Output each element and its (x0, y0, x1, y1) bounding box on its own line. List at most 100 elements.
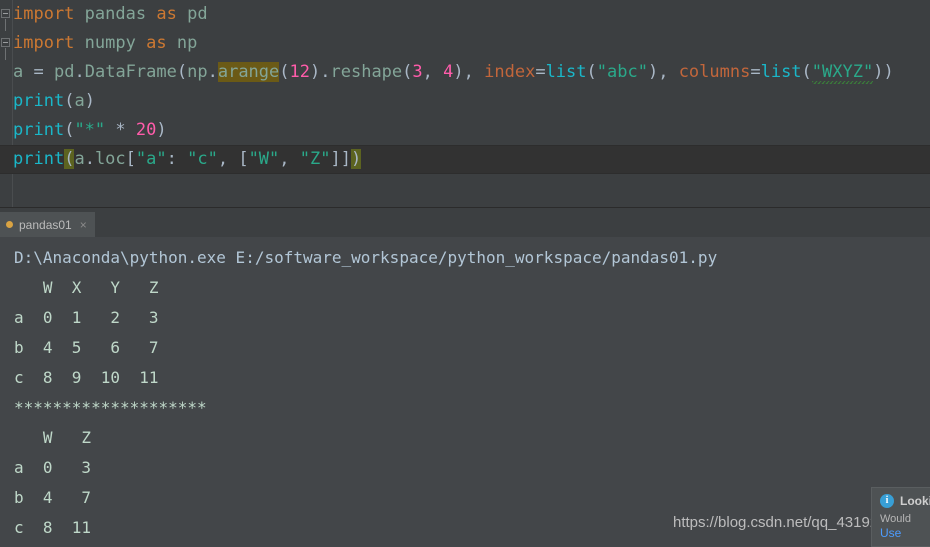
code-area[interactable]: import pandas as pd import numpy as np a… (0, 0, 930, 210)
console-tab-bar: pandas01 × (0, 212, 930, 238)
print-call: print (13, 120, 65, 140)
bracket-close: ] (330, 149, 341, 169)
console-output[interactable]: D:\Anaconda\python.exe E:/software_works… (0, 237, 930, 547)
kw-import: import (13, 4, 75, 24)
console-output-line: b 4 7 (14, 488, 92, 507)
ide-window: import pandas as pd import numpy as np a… (0, 0, 930, 547)
code-line-1[interactable]: import pandas as pd (13, 0, 208, 29)
console-output-line: a 0 1 2 3 (14, 308, 159, 327)
dot: . (207, 62, 218, 82)
dot: . (320, 62, 331, 82)
string-abc: "abc" (596, 62, 648, 82)
string-z: "Z" (299, 149, 331, 169)
kw-import: import (13, 33, 75, 53)
print-call: print (13, 91, 65, 111)
num-20: 20 (135, 120, 157, 140)
paren-close: ) (310, 62, 321, 82)
string-star: "*" (74, 120, 106, 140)
editor-gutter[interactable] (0, 0, 13, 210)
sp (74, 4, 84, 24)
code-line-2[interactable]: import numpy as np (13, 29, 197, 58)
notification-title: Looking (900, 494, 930, 508)
console-output-line: c 8 9 10 11 (14, 368, 159, 387)
string-c: "c" (187, 149, 218, 169)
loc-accessor: loc (94, 149, 126, 169)
code-line-5[interactable]: print("*" * 20) (13, 116, 167, 145)
console-output-line: a 0 3 (14, 458, 92, 477)
info-icon: i (880, 494, 894, 508)
console-command-line: D:\Anaconda\python.exe E:/software_works… (14, 248, 718, 267)
run-console-panel: pandas01 × D:\Anaconda\python.exe E:/sof… (0, 212, 930, 547)
fold-line-2 (5, 48, 6, 60)
dot: . (74, 62, 85, 82)
list-call: list (760, 62, 802, 82)
module-numpy: numpy (84, 33, 136, 53)
paren-open: ( (801, 62, 812, 82)
sp (177, 4, 187, 24)
print-call: print (13, 149, 65, 169)
num-3: 3 (412, 62, 423, 82)
comma: , (658, 62, 679, 82)
string-wxyz-spellcheck: "WXYZ" (811, 62, 874, 86)
bracket-open: [ (238, 149, 249, 169)
code-line-3[interactable]: a = pd.DataFrame(np.arange(12).reshape(3… (13, 58, 894, 87)
var-a: a (13, 62, 24, 82)
code-line-6[interactable]: print(a.loc["a": "c", ["W", "Z"]]) (13, 145, 362, 174)
kwarg-index: index (484, 62, 536, 82)
comma: , (279, 149, 300, 169)
alias-np: np (176, 33, 198, 53)
assign-op: = (535, 62, 546, 82)
assign-op: = (33, 62, 44, 82)
multiply-op: * (105, 120, 136, 140)
alias-np: np (187, 62, 208, 82)
string-w: "W" (248, 149, 280, 169)
paren-close: ) (647, 62, 659, 82)
dot: . (84, 149, 95, 169)
notification-popup[interactable]: i Looking Would Use (871, 487, 930, 547)
bracket-close: ] (340, 149, 351, 169)
arange-call-highlighted: arange (217, 62, 280, 82)
notification-body: Would (880, 513, 911, 525)
paren-open: ( (586, 62, 597, 82)
close-icon[interactable]: × (80, 219, 87, 231)
sp (146, 4, 156, 24)
paren-open: ( (64, 120, 75, 140)
fold-marker-line-1[interactable] (1, 9, 10, 18)
paren-open-matched: ( (64, 149, 75, 169)
comma: , (422, 62, 444, 82)
comma: , (217, 149, 239, 169)
paren-close: ) (453, 62, 464, 82)
paren-open: ( (402, 62, 413, 82)
code-line-4[interactable]: print(a) (13, 87, 95, 116)
console-tab-label: pandas01 (19, 217, 72, 232)
colon: : (166, 149, 188, 169)
module-pandas: pandas (84, 4, 147, 24)
num-12: 12 (289, 62, 310, 82)
code-editor[interactable]: import pandas as pd import numpy as np a… (0, 0, 930, 210)
list-call: list (545, 62, 587, 82)
sp (74, 33, 84, 53)
running-indicator-icon (6, 221, 13, 228)
fold-marker-line-2[interactable] (1, 38, 10, 47)
paren-open: ( (279, 62, 290, 82)
bracket-open: [ (125, 149, 136, 169)
string-a: "a" (135, 149, 167, 169)
console-output-line: W X Y Z (14, 278, 159, 297)
dataframe-call: DataFrame (84, 62, 177, 82)
var-a: a (74, 149, 85, 169)
paren-close: ) (883, 62, 894, 82)
sp (136, 33, 146, 53)
console-tab-pandas01[interactable]: pandas01 × (0, 212, 95, 237)
console-output-line: c 8 11 (14, 518, 92, 537)
assign-op: = (750, 62, 761, 82)
comma: , (463, 62, 485, 82)
notification-action-link[interactable]: Use (880, 526, 930, 540)
console-output-line: b 4 5 6 7 (14, 338, 159, 357)
paren-open: ( (64, 91, 75, 111)
num-4: 4 (443, 62, 454, 82)
paren-close-matched: ) (350, 149, 362, 169)
alias-pd: pd (54, 62, 75, 82)
kw-as: as (156, 4, 177, 24)
notification-header: i Looking (880, 494, 930, 508)
kw-as: as (146, 33, 167, 53)
